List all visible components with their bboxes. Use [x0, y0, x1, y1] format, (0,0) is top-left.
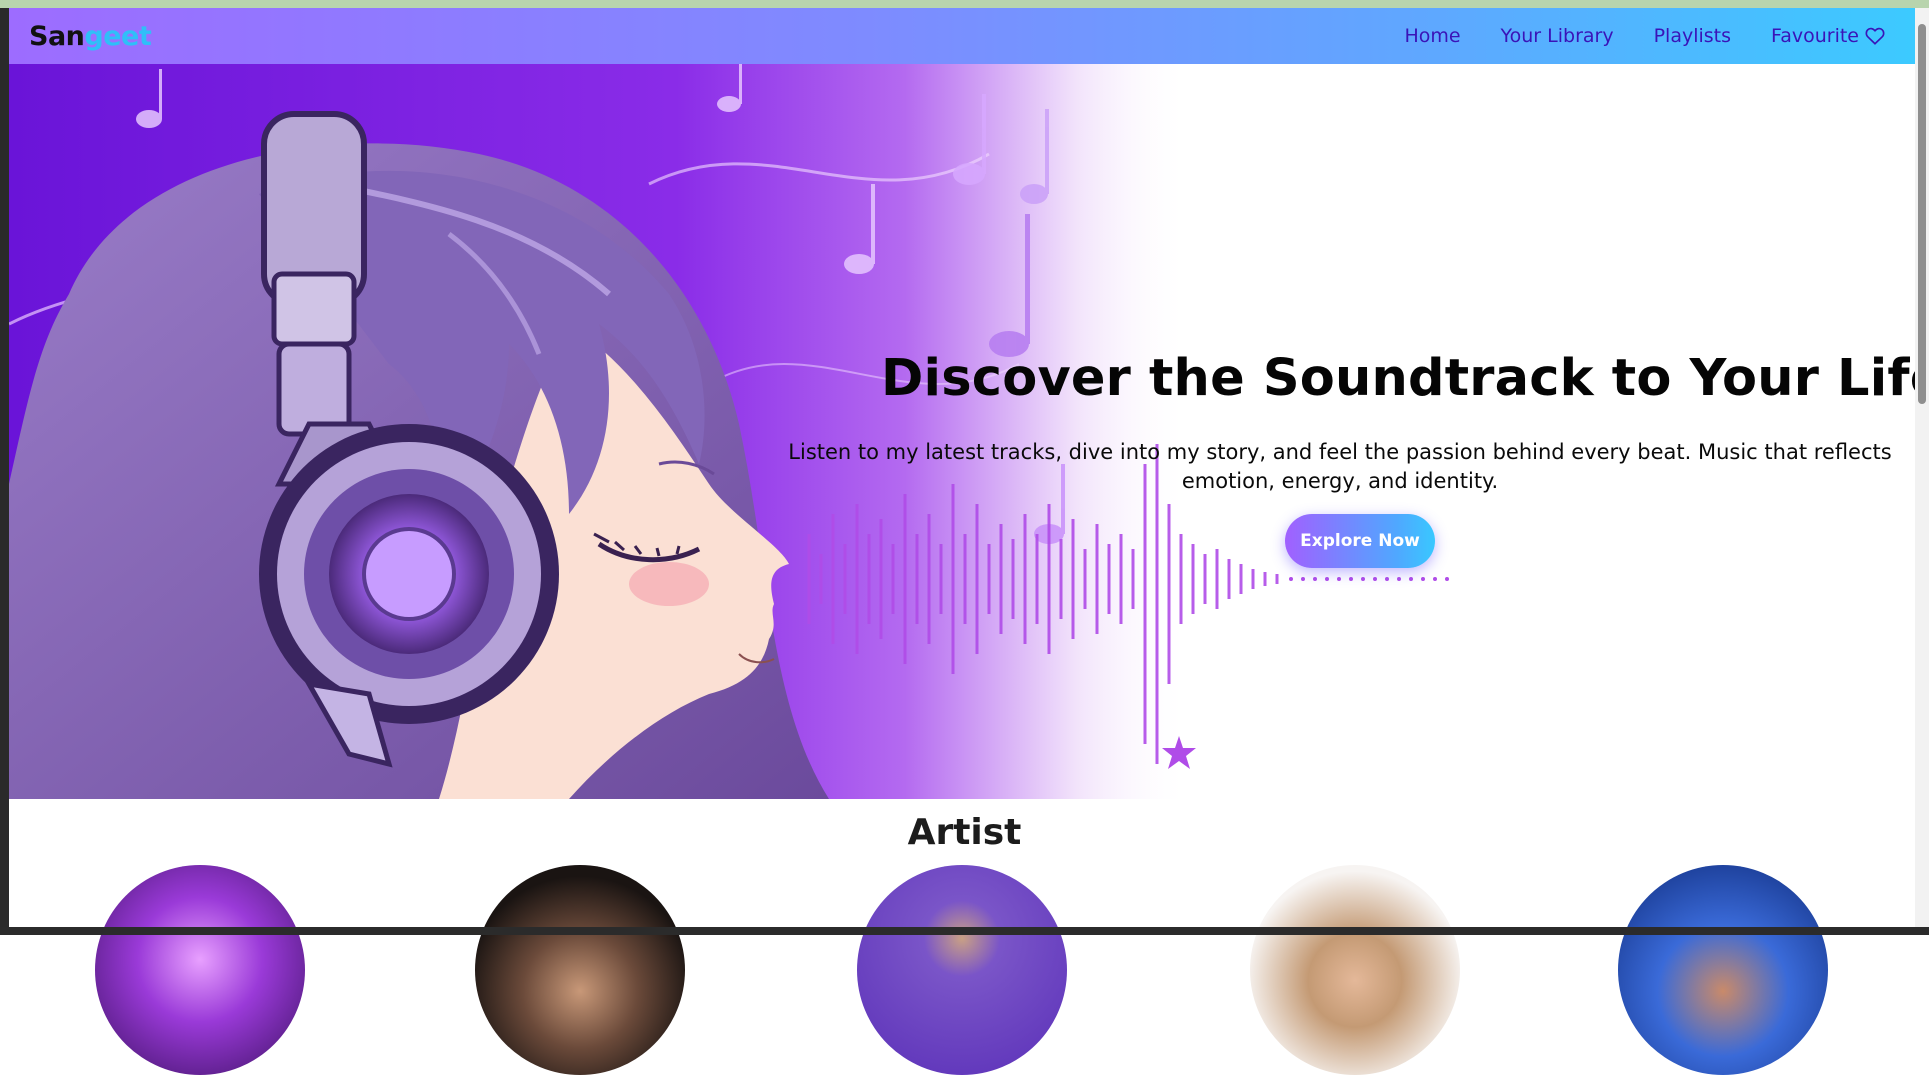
nav-link-your-library[interactable]: Your Library [1501, 25, 1614, 47]
artist-section-title: Artist [907, 812, 1022, 853]
navbar: Sangeet Home Your Library Playlists Favo… [9, 8, 1915, 64]
hero-title: Discover the Soundtrack to Your Life [881, 349, 1915, 408]
heart-icon [1865, 27, 1885, 45]
hero-illustration [9, 64, 1915, 799]
hero-section: Discover the Soundtrack to Your Life [9, 64, 1915, 799]
hero-subtitle: Listen to my latest tracks, dive into my… [788, 440, 1892, 493]
artist-avatar[interactable] [475, 865, 685, 1075]
nav-link-playlists[interactable]: Playlists [1654, 25, 1731, 47]
logo-text-primary: San [29, 20, 85, 52]
artist-avatar[interactable] [857, 865, 1067, 1075]
artist-avatar[interactable] [95, 865, 305, 1075]
artist-avatar[interactable] [1618, 865, 1828, 1075]
nav-link-playlists-label: Playlists [1653, 25, 1732, 47]
nav-link-favourite-label: Favourite [1771, 25, 1859, 47]
logo-text-accent: geet [84, 20, 152, 52]
nav-link-favourite[interactable]: Favourite [1771, 25, 1885, 47]
nav-link-your-library-label: Your Library [1500, 25, 1614, 47]
nav-link-home[interactable]: Home [1404, 25, 1460, 47]
scrollbar-thumb[interactable] [1918, 24, 1926, 404]
window-left-edge [0, 8, 9, 935]
browser-top-strip [0, 0, 1929, 8]
nav-links: Home Your Library Playlists Favourite [1404, 25, 1885, 47]
nav-link-home-label: Home [1404, 25, 1461, 47]
artist-avatar[interactable] [1250, 865, 1460, 1075]
taskbar-strip [0, 927, 1929, 935]
site-logo[interactable]: Sangeet [29, 20, 152, 52]
explore-now-button[interactable]: Explore Now [1285, 514, 1435, 568]
